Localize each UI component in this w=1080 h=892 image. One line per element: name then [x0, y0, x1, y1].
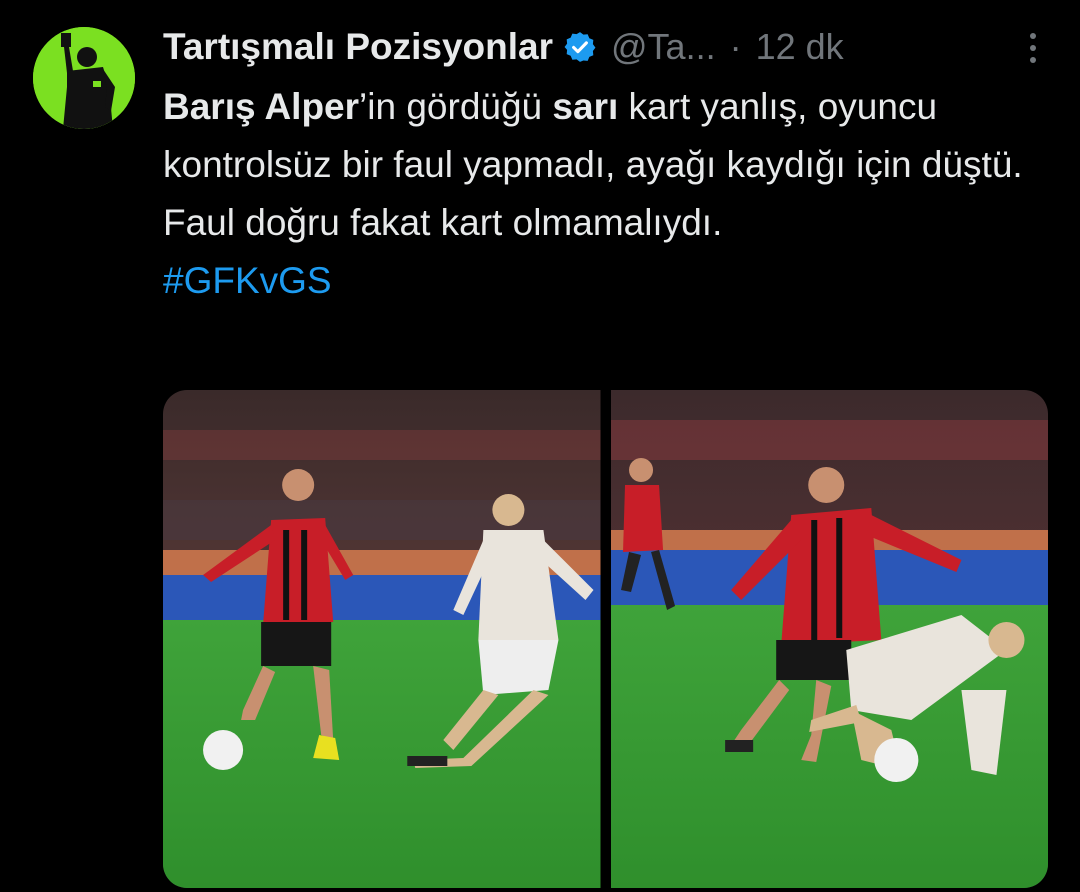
avatar[interactable]: [33, 27, 135, 129]
referee-silhouette-icon: [33, 27, 135, 129]
football-fall-image: [610, 390, 1048, 888]
separator: ·: [729, 26, 742, 67]
player-name: Barış Alper: [163, 86, 360, 127]
display-name[interactable]: Tartışmalı Pozisyonlar: [163, 26, 553, 68]
photo-right[interactable]: [610, 390, 1048, 888]
media-grid: [163, 390, 1048, 888]
hashtag-link[interactable]: #GFKvGS: [163, 260, 332, 301]
timestamp[interactable]: 12 dk: [756, 26, 844, 68]
more-options-icon[interactable]: [1023, 30, 1043, 66]
handle[interactable]: @Ta...: [611, 26, 716, 68]
text-segment: ’in gördüğü: [359, 86, 553, 127]
tweet-text: Barış Alper’in gördüğü sarı kart yanlış,…: [163, 78, 1043, 310]
photo-left[interactable]: [163, 390, 601, 888]
card-color: sarı: [552, 86, 619, 127]
tweet-header: Tartışmalı Pozisyonlar @Ta... · 12 dk: [163, 22, 1043, 72]
football-tackle-image: [163, 390, 601, 888]
verified-badge-icon: [563, 30, 597, 64]
